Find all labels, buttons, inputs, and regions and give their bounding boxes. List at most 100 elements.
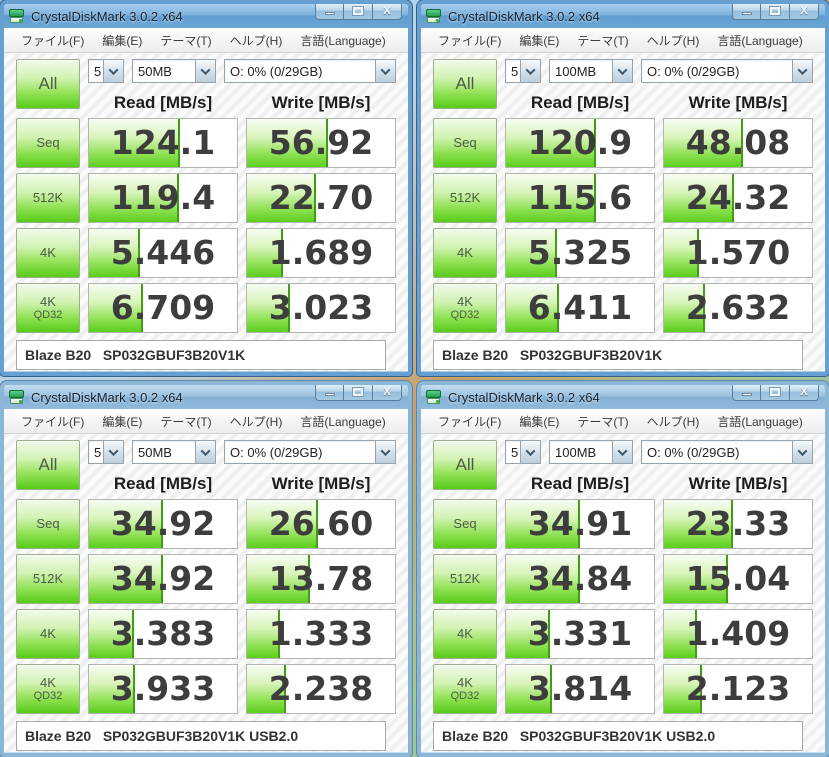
- menu-help[interactable]: ヘルプ(H): [221, 32, 292, 49]
- menu-help[interactable]: ヘルプ(H): [638, 32, 709, 49]
- menu-language[interactable]: 言語(Language): [708, 32, 811, 49]
- comment-input[interactable]: Blaze B20 SP032GBUF3B20V1K USB2.0: [16, 721, 386, 751]
- target-drive-select[interactable]: O: 0% (0/29GB): [641, 440, 813, 464]
- row-button-512k[interactable]: 512K: [433, 554, 497, 604]
- 4k-write-value: 1.333: [268, 614, 374, 653]
- all-test-button[interactable]: All: [433, 59, 497, 109]
- row-button-seq[interactable]: Seq: [433, 118, 497, 168]
- menu-edit[interactable]: 編集(E): [510, 413, 568, 430]
- minimize-icon: [741, 393, 752, 396]
- comment-input[interactable]: Blaze B20 SP032GBUF3B20V1K USB2.0: [433, 721, 803, 751]
- minimize-button[interactable]: [732, 385, 761, 401]
- menu-language[interactable]: 言語(Language): [291, 32, 394, 49]
- row-button-4k-qd32[interactable]: 4K QD32: [16, 664, 80, 714]
- write-header: Write [MB/s]: [688, 474, 788, 493]
- maximize-icon: [352, 387, 364, 397]
- row-button-seq[interactable]: Seq: [16, 499, 80, 549]
- combo-arrow-button[interactable]: [792, 441, 812, 463]
- maximize-button[interactable]: [344, 4, 373, 20]
- combo-arrow-button[interactable]: [375, 60, 395, 82]
- comment-input[interactable]: Blaze B20 SP032GBUF3B20V1K: [16, 340, 386, 370]
- test-size-select[interactable]: 50MB: [132, 440, 216, 464]
- minimize-button[interactable]: [315, 385, 344, 401]
- test-count-select[interactable]: 5: [505, 59, 541, 83]
- menu-language[interactable]: 言語(Language): [708, 413, 811, 430]
- combo-arrow-button[interactable]: [375, 441, 395, 463]
- chevron-down-icon: [380, 64, 391, 75]
- titlebar[interactable]: CrystalDiskMark 3.0.2 x64 X: [4, 4, 408, 28]
- maximize-button[interactable]: [761, 385, 790, 401]
- menu-file[interactable]: ファイル(F): [429, 32, 510, 49]
- menu-file[interactable]: ファイル(F): [429, 413, 510, 430]
- menu-theme[interactable]: テーマ(T): [151, 413, 220, 430]
- seq-read-value: 34.91: [527, 504, 633, 543]
- menu-help[interactable]: ヘルプ(H): [221, 413, 292, 430]
- combo-arrow-button[interactable]: [520, 60, 540, 82]
- row-button-512k[interactable]: 512K: [16, 173, 80, 223]
- target-drive-select[interactable]: O: 0% (0/29GB): [641, 59, 813, 83]
- menu-edit[interactable]: 編集(E): [510, 32, 568, 49]
- row-button-4k[interactable]: 4K: [16, 609, 80, 659]
- menu-theme[interactable]: テーマ(T): [151, 32, 220, 49]
- combo-arrow-button[interactable]: [612, 441, 632, 463]
- all-test-button[interactable]: All: [433, 440, 497, 490]
- titlebar[interactable]: CrystalDiskMark 3.0.2 x64 X: [421, 4, 825, 28]
- menu-help[interactable]: ヘルプ(H): [638, 413, 709, 430]
- row-button-4k-qd32[interactable]: 4K QD32: [433, 664, 497, 714]
- combo-arrow-button[interactable]: [103, 441, 123, 463]
- combo-arrow-button[interactable]: [103, 60, 123, 82]
- target-drive-select[interactable]: O: 0% (0/29GB): [224, 440, 396, 464]
- chevron-down-icon: [797, 445, 808, 456]
- row-button-4k[interactable]: 4K: [433, 228, 497, 278]
- test-size-select[interactable]: 50MB: [132, 59, 216, 83]
- menu-language[interactable]: 言語(Language): [291, 413, 394, 430]
- minimize-button[interactable]: [315, 4, 344, 20]
- menu-edit[interactable]: 編集(E): [93, 32, 151, 49]
- combo-arrow-button[interactable]: [792, 60, 812, 82]
- menu-theme[interactable]: テーマ(T): [568, 32, 637, 49]
- maximize-button[interactable]: [761, 4, 790, 20]
- test-count-select[interactable]: 5: [505, 440, 541, 464]
- test-count-select[interactable]: 5: [88, 59, 124, 83]
- all-test-button[interactable]: All: [16, 59, 80, 109]
- row-button-512k[interactable]: 512K: [433, 173, 497, 223]
- close-button[interactable]: X: [373, 4, 402, 20]
- titlebar[interactable]: CrystalDiskMark 3.0.2 x64 X: [421, 385, 825, 409]
- maximize-button[interactable]: [344, 385, 373, 401]
- seq-write-cell: 56.92: [246, 118, 396, 168]
- close-button[interactable]: X: [790, 4, 819, 20]
- combo-arrow-button[interactable]: [612, 60, 632, 82]
- close-button[interactable]: X: [373, 385, 402, 401]
- seq-write-value: 23.33: [685, 504, 791, 543]
- test-size-select[interactable]: 100MB: [549, 440, 633, 464]
- row-button-4k[interactable]: 4K: [433, 609, 497, 659]
- row-button-seq[interactable]: Seq: [16, 118, 80, 168]
- read-header: Read [MB/s]: [530, 93, 630, 112]
- row-button-512k[interactable]: 512K: [16, 554, 80, 604]
- test-count-select[interactable]: 5: [88, 440, 124, 464]
- 512k-read-value: 119.4: [110, 178, 216, 217]
- 4k-read-value: 3.331: [527, 614, 633, 653]
- target-drive-value: O: 0% (0/29GB): [230, 63, 323, 79]
- 512k-write-value: 13.78: [268, 559, 374, 598]
- row-button-4k-qd32[interactable]: 4K QD32: [433, 283, 497, 333]
- client-area: All 5 100MB O: 0% (0/29GB) Read [MB/s] W…: [421, 53, 825, 371]
- menu-file[interactable]: ファイル(F): [12, 32, 93, 49]
- test-size-select[interactable]: 100MB: [549, 59, 633, 83]
- close-button[interactable]: X: [790, 385, 819, 401]
- combo-arrow-button[interactable]: [520, 441, 540, 463]
- menu-theme[interactable]: テーマ(T): [568, 413, 637, 430]
- row-button-4k-qd32[interactable]: 4K QD32: [16, 283, 80, 333]
- all-test-button[interactable]: All: [16, 440, 80, 490]
- combo-arrow-button[interactable]: [195, 60, 215, 82]
- seq-write-cell: 23.33: [663, 499, 813, 549]
- row-button-4k[interactable]: 4K: [16, 228, 80, 278]
- menu-file[interactable]: ファイル(F): [12, 413, 93, 430]
- titlebar[interactable]: CrystalDiskMark 3.0.2 x64 X: [4, 385, 408, 409]
- row-button-seq[interactable]: Seq: [433, 499, 497, 549]
- target-drive-select[interactable]: O: 0% (0/29GB): [224, 59, 396, 83]
- comment-input[interactable]: Blaze B20 SP032GBUF3B20V1K: [433, 340, 803, 370]
- combo-arrow-button[interactable]: [195, 441, 215, 463]
- menu-edit[interactable]: 編集(E): [93, 413, 151, 430]
- minimize-button[interactable]: [732, 4, 761, 20]
